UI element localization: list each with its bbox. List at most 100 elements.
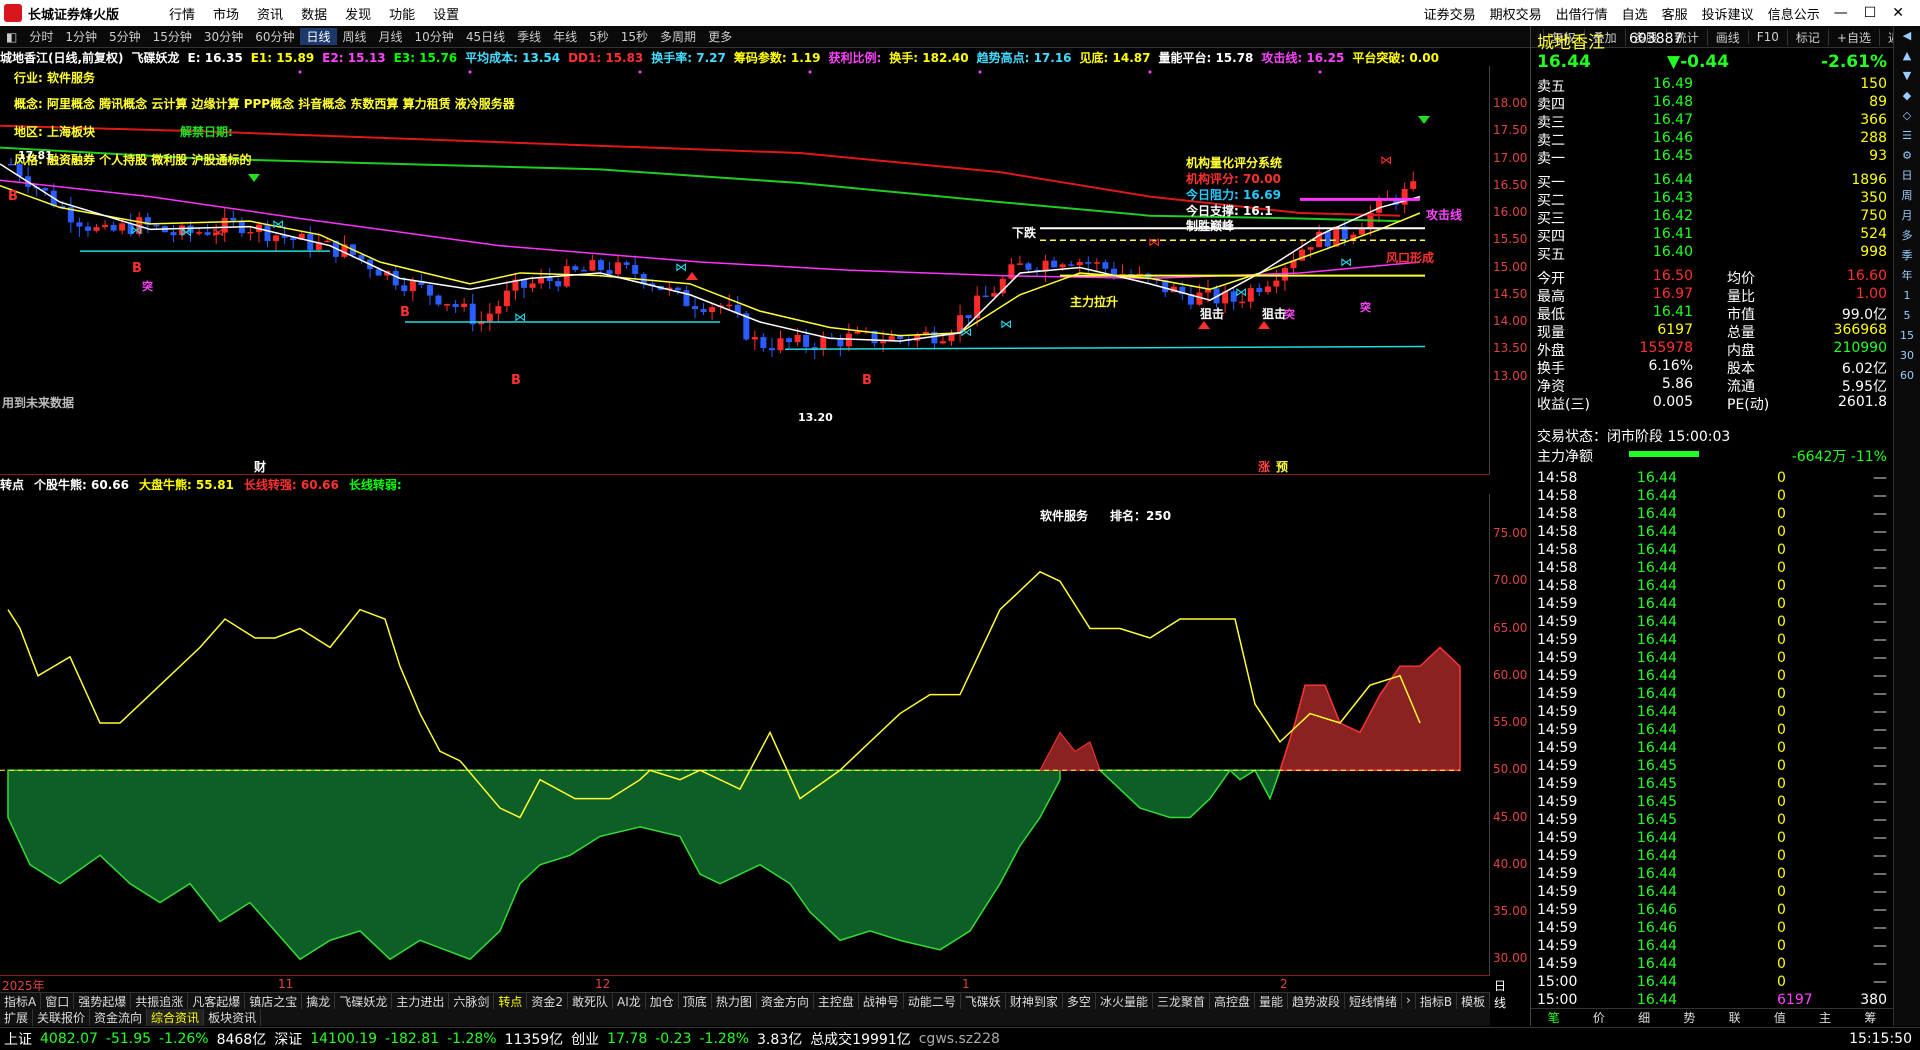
indicator-tab-10[interactable]: 转点 [494,993,528,1009]
period-tab-5[interactable]: 60分钟 [249,28,300,45]
menu-0[interactable]: 行情 [169,8,195,23]
side-icon-5[interactable]: ☰ [1894,126,1920,146]
panel-tab-1[interactable]: 价 [1576,1009,1621,1026]
right-menu-0[interactable]: 证券交易 [1424,4,1476,23]
indicator-tab-right-0[interactable]: 指标B [1416,993,1458,1009]
side-period-4[interactable]: 季 [1894,246,1920,266]
panel-tab-7[interactable]: 筹 [1848,1009,1893,1026]
side-icon-4[interactable]: ◇ [1894,106,1920,126]
period-tab-10[interactable]: 45日线 [460,28,511,45]
side-icon-6[interactable]: ⚙ [1894,146,1920,166]
indicator-tab-12[interactable]: 敢死队 [568,993,614,1009]
period-tab-16[interactable]: 更多 [702,28,738,45]
indicator-tab-22[interactable]: 财神到家 [1006,993,1063,1009]
indicator-tab-18[interactable]: 主控盘 [814,993,859,1009]
period-tab-11[interactable]: 季线 [511,28,547,45]
indicator-tab-3[interactable]: 共振追涨 [131,993,189,1009]
panel-tab-3[interactable]: 势 [1667,1009,1712,1026]
collapse-icon[interactable]: ◧ [0,30,23,44]
indicator-tab-25[interactable]: 三龙聚首 [1153,993,1210,1009]
indicator-tab-19[interactable]: 战神号 [859,993,904,1009]
period-tab-12[interactable]: 年线 [547,28,583,45]
side-period-8[interactable]: 15 [1894,326,1920,346]
indicator-tab-15[interactable]: 顶底 [679,993,712,1009]
indicator-chart[interactable]: 软件服务 排名：250 [0,494,1490,975]
panel-tab-6[interactable]: 主 [1803,1009,1848,1026]
indicator-tab-2[interactable]: 强势起爆 [74,993,132,1009]
side-period-6[interactable]: 1 [1894,286,1920,306]
indicator-tab-11[interactable]: 资金2 [527,993,569,1009]
tabs-more-icon[interactable]: › [1402,993,1416,1009]
panel-tab-5[interactable]: 值 [1757,1009,1802,1026]
right-menu-6[interactable]: 信息公示 [1768,4,1820,23]
indicator-tab-14[interactable]: 加仓 [646,993,679,1009]
indicator-tab-21[interactable]: 飞碟妖 [961,993,1006,1009]
period-tab-3[interactable]: 15分钟 [147,28,198,45]
indicator-tab-13[interactable]: AI龙 [613,993,646,1009]
indicator-tab-17[interactable]: 资金方向 [757,993,814,1009]
side-period-7[interactable]: 5 [1894,306,1920,326]
indicator-tab-27[interactable]: 量能 [1255,993,1288,1009]
side-period-0[interactable]: 日 [1894,166,1920,186]
right-menu-4[interactable]: 客服 [1662,4,1688,23]
indicator-tab-8[interactable]: 主力进出 [392,993,450,1009]
indicator-tab-1[interactable]: 窗口 [41,993,75,1009]
side-period-3[interactable]: 多 [1894,226,1920,246]
side-period-9[interactable]: 30 [1894,346,1920,366]
period-tab-2[interactable]: 5分钟 [103,28,147,45]
period-tab-15[interactable]: 多周期 [654,28,702,45]
indicator-tab-6[interactable]: 擒龙 [302,993,336,1009]
side-period-1[interactable]: 周 [1894,186,1920,206]
indicator-tab-24[interactable]: 冰火量能 [1096,993,1153,1009]
info-tab-3[interactable]: 综合资讯 [147,1009,205,1026]
kline-chart[interactable]: 行业: 软件服务概念: 阿里概念 腾讯概念 云计算 边缘计算 PPP概念 抖音概… [0,66,1490,474]
menu-3[interactable]: 数据 [301,8,327,23]
info-tab-4[interactable]: 板块资讯 [204,1009,262,1026]
panel-tab-4[interactable]: 联 [1712,1009,1757,1026]
info-tab-2[interactable]: 资金流向 [90,1009,148,1026]
menu-6[interactable]: 设置 [433,8,459,23]
side-icon-2[interactable]: ▼ [1894,66,1920,86]
indicator-tab-28[interactable]: 趋势波段 [1288,993,1346,1009]
right-menu-2[interactable]: 出借行情 [1556,4,1608,23]
side-period-2[interactable]: 月 [1894,206,1920,226]
close-icon[interactable]: ✕ [1892,5,1904,21]
side-period-5[interactable]: 年 [1894,266,1920,286]
period-tab-8[interactable]: 月线 [373,28,409,45]
indicator-tab-5[interactable]: 镇店之宝 [245,993,303,1009]
panel-tab-2[interactable]: 细 [1622,1009,1667,1026]
right-menu-5[interactable]: 投诉建议 [1702,4,1754,23]
indicator-tab-4[interactable]: 凡客起爆 [188,993,246,1009]
indicator-tab-26[interactable]: 高控盘 [1210,993,1255,1009]
side-icon-3[interactable]: ◆ [1894,86,1920,106]
right-menu-1[interactable]: 期权交易 [1490,4,1542,23]
right-menu-3[interactable]: 自选 [1622,4,1648,23]
indicator-tab-7[interactable]: 飞碟妖龙 [335,993,393,1009]
period-tab-7[interactable]: 周线 [337,28,373,45]
side-period-10[interactable]: 60 [1894,366,1920,386]
period-tab-14[interactable]: 15秒 [615,28,654,45]
period-tab-9[interactable]: 10分钟 [409,28,460,45]
maximize-icon[interactable]: ☐ [1864,5,1877,21]
indicator-tab-16[interactable]: 热力图 [712,993,757,1009]
side-icon-0[interactable]: ◀ [1894,26,1920,46]
minimize-icon[interactable]: — [1834,5,1848,21]
indicator-tab-0[interactable]: 指标A [0,993,42,1009]
indicator-tab-23[interactable]: 多空 [1063,993,1096,1009]
indicator-tab-9[interactable]: 六脉剑 [449,993,495,1009]
indicator-tab-right-1[interactable]: 模板 [1457,993,1490,1009]
side-icon-1[interactable]: ▲ [1894,46,1920,66]
period-tab-0[interactable]: 分时 [23,28,59,45]
period-tab-6[interactable]: 日线 [300,28,337,45]
menu-5[interactable]: 功能 [389,8,415,23]
menu-4[interactable]: 发现 [345,8,371,23]
indicator-tab-20[interactable]: 动能二号 [904,993,961,1009]
info-tab-0[interactable]: 扩展 [0,1009,34,1026]
indicator-tab-29[interactable]: 短线情绪 [1345,993,1403,1009]
panel-tab-0[interactable]: 笔 [1531,1009,1576,1026]
menu-2[interactable]: 资讯 [257,8,283,23]
period-tab-1[interactable]: 1分钟 [59,28,103,45]
period-tab-4[interactable]: 30分钟 [198,28,249,45]
period-tab-13[interactable]: 5秒 [583,28,615,45]
menu-1[interactable]: 市场 [213,8,239,23]
